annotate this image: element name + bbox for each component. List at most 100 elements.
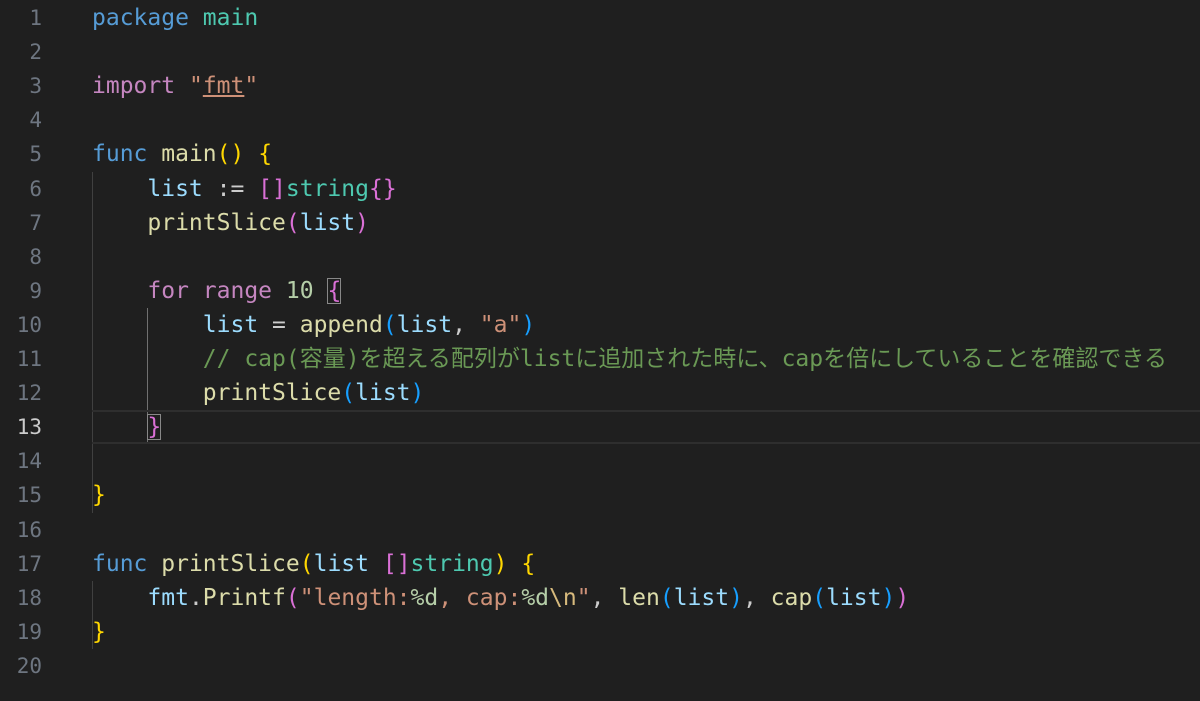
code-token: cap <box>770 584 813 611</box>
code-token: ( <box>285 584 300 611</box>
line-number: 6 <box>29 176 42 201</box>
code-text: import "fmt" <box>92 69 258 103</box>
code-token: ( <box>382 311 397 338</box>
code-token: " <box>188 73 203 100</box>
code-token: \n <box>549 584 577 611</box>
code-token: func <box>92 550 148 577</box>
code-token: ( <box>812 584 827 611</box>
code-token: "length: <box>299 584 411 611</box>
code-token: := <box>202 175 259 202</box>
code-line[interactable]: 17 func printSlice(list []string) { <box>0 547 1200 581</box>
code-token: , cap: <box>438 584 522 611</box>
code-token: 10 <box>285 277 314 304</box>
code-token: import <box>92 73 176 100</box>
line-number: 8 <box>29 244 42 269</box>
code-token: append <box>299 311 383 338</box>
code-token: ( <box>341 380 356 407</box>
code-editor[interactable]: 1 package main 2 3 import "fmt" 4 5 func main()… <box>0 0 1200 701</box>
code-line[interactable]: 15} <box>0 478 1200 512</box>
code-token: len <box>618 584 660 611</box>
code-token: . <box>188 584 203 611</box>
line-number: 12 <box>16 381 42 406</box>
line-number: 5 <box>29 142 42 167</box>
line-number: 10 <box>16 312 42 337</box>
code-text: } <box>92 478 106 512</box>
code-token: ) <box>355 209 369 236</box>
code-line[interactable]: 4 <box>0 103 1200 137</box>
code-line[interactable]: 16 <box>0 513 1200 547</box>
code-token: func <box>92 141 148 168</box>
line-number: 18 <box>16 585 42 610</box>
code-line[interactable]: 12 printSlice(list) <box>0 376 1200 410</box>
code-line[interactable]: 7 printSlice(list) <box>0 206 1200 240</box>
code-token: } <box>92 618 106 645</box>
code-token: %d <box>410 584 439 611</box>
code-token: ( <box>285 209 300 236</box>
code-line[interactable]: 1 package main <box>0 1 1200 35</box>
code-token: main <box>161 141 217 168</box>
code-line[interactable]: 19} <box>0 615 1200 649</box>
line-number: 15 <box>16 483 42 508</box>
code-token: printSlice <box>202 380 342 407</box>
code-line[interactable]: 9 for range 10 { <box>0 274 1200 308</box>
line-number: 17 <box>16 551 42 576</box>
code-text: for range 10 { <box>92 274 342 308</box>
code-text: package main <box>92 1 258 35</box>
code-line[interactable]: 2 <box>0 35 1200 69</box>
code-token: () <box>216 141 245 168</box>
code-line[interactable]: 8 <box>0 240 1200 274</box>
code-token: list <box>396 311 453 338</box>
code-line[interactable]: 10 list = append(list, "a") <box>0 308 1200 342</box>
code-token: list <box>673 584 730 611</box>
code-line[interactable]: 6 list := []string{} <box>0 172 1200 206</box>
line-number: 16 <box>16 517 42 542</box>
code-token: list <box>202 311 259 338</box>
code-token: } <box>92 482 106 509</box>
code-line[interactable]: 11 // cap(容量)を超える配列がlistに追加された時に、capを倍にし… <box>0 342 1200 376</box>
code-line[interactable]: 5 func main() { <box>0 137 1200 171</box>
line-number: 3 <box>29 74 42 99</box>
line-number: 14 <box>16 449 42 474</box>
code-token: main <box>202 5 259 31</box>
code-token: list <box>355 380 411 407</box>
code-text: func main() { <box>92 137 272 171</box>
code-token: , <box>590 584 619 611</box>
code-token: " <box>576 584 591 611</box>
code-line[interactable]: 13 } <box>0 410 1200 445</box>
code-text: func printSlice(list []string) { <box>92 547 535 581</box>
code-line[interactable]: 18 fmt.Printf("length:%d, cap:%d\n", len… <box>0 581 1200 615</box>
code-line[interactable]: 14 <box>0 444 1200 478</box>
code-line[interactable]: 3 import "fmt" <box>0 69 1200 103</box>
code-token: "a" <box>479 311 522 338</box>
code-token: = <box>258 311 300 338</box>
code-token: string <box>410 550 494 577</box>
code-token: ) <box>493 550 508 577</box>
code-token: list <box>299 209 356 236</box>
line-number: 20 <box>16 653 42 678</box>
code-token: %d <box>521 584 550 611</box>
code-token: ) <box>410 380 425 407</box>
code-token: {} <box>368 175 397 202</box>
code-token: // cap(容量)を超える配列がlistに追加された時に、capを倍にしている… <box>202 346 1167 372</box>
code-token: list <box>147 175 203 202</box>
code-token: } <box>147 414 162 441</box>
code-text: // cap(容量)を超える配列がlistに追加された時に、capを倍にしている… <box>92 342 1167 376</box>
code-text: fmt.Printf("length:%d, cap:%d\n", len(li… <box>92 581 909 615</box>
code-token: Printf <box>202 584 286 611</box>
code-token: ) <box>881 584 896 611</box>
line-number: 11 <box>16 347 42 371</box>
code-line[interactable]: 20 <box>0 649 1200 683</box>
code-token: , <box>452 311 480 338</box>
code-token: package <box>92 5 189 31</box>
